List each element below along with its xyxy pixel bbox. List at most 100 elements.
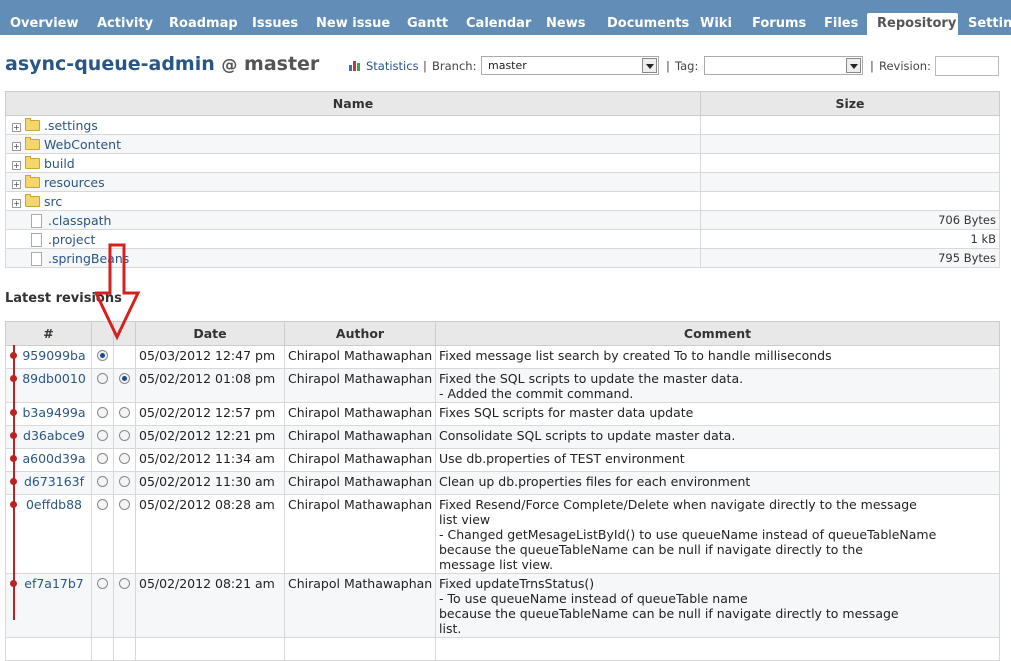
sep-1: | <box>423 59 427 73</box>
title-branch: master <box>244 53 320 75</box>
diff-from-cell <box>91 425 114 449</box>
folder-link[interactable]: resources <box>44 175 105 190</box>
diff-to-radio[interactable] <box>119 373 130 384</box>
revision-row <box>5 637 1000 661</box>
folder-link[interactable]: WebContent <box>44 137 121 152</box>
tab-issues[interactable]: Issues <box>242 13 308 35</box>
folder-link[interactable]: .settings <box>44 118 98 133</box>
diff-from-radio[interactable] <box>97 499 108 510</box>
file-size <box>700 115 1000 135</box>
diff-from-cell <box>91 448 114 472</box>
expand-icon[interactable]: + <box>12 122 21 132</box>
file-row: + resources <box>5 172 1000 192</box>
diff-from-radio[interactable] <box>97 430 108 441</box>
diff-from-radio[interactable] <box>97 453 108 464</box>
revision-row: 959099ba 05/03/2012 12:47 pm Chirapol Math… <box>5 345 1000 369</box>
revision-row: d673163f 05/02/2012 11:30 am Chirapol Math… <box>5 471 1000 495</box>
diff-from-radio[interactable] <box>97 373 108 384</box>
revision-comment: Fixed the SQL scripts to update the mast… <box>435 368 1000 403</box>
revision-id-link[interactable]: 959099ba <box>5 345 92 369</box>
folder-link[interactable]: build <box>44 156 75 171</box>
diff-to-radio[interactable] <box>119 430 130 441</box>
diff-from-cell <box>91 573 114 638</box>
name-column-header[interactable]: Name <box>5 91 701 116</box>
diff-to-radio[interactable] <box>119 476 130 487</box>
file-row: + build <box>5 153 1000 173</box>
diff-to-cell <box>113 494 136 574</box>
folder-icon <box>25 155 40 169</box>
file-name-cell: .classpath <box>5 210 701 230</box>
diff-to-radio[interactable] <box>119 407 130 418</box>
chevron-down-icon[interactable] <box>642 58 657 73</box>
diff-from-cell <box>91 368 114 403</box>
revision-id-link[interactable]: b3a9499a <box>5 402 92 426</box>
revision-id-link[interactable]: a600d39a <box>5 448 92 472</box>
revision-comment: Clean up db.properties files for each en… <box>435 471 1000 495</box>
revision-graph-node <box>10 374 17 382</box>
tab-overview[interactable]: Overview <box>0 13 89 35</box>
tab-wiki[interactable]: Wiki <box>690 13 742 35</box>
tab-files[interactable]: Files <box>814 13 868 35</box>
project-name[interactable]: async-queue-admin <box>5 53 215 75</box>
revision-graph-node <box>10 431 17 439</box>
diff-from-radio[interactable] <box>97 578 108 589</box>
statistics-label[interactable]: Statistics <box>366 59 419 73</box>
diff-to-cell <box>113 345 136 369</box>
tab-settings[interactable]: Settings <box>958 13 1011 35</box>
branch-select[interactable]: master <box>481 56 659 75</box>
revision-id-link[interactable] <box>5 637 92 661</box>
tab-forums[interactable]: Forums <box>742 13 816 35</box>
expand-icon[interactable]: + <box>12 179 21 189</box>
size-column-header[interactable]: Size <box>700 91 1000 116</box>
annotation-down-arrow-icon <box>95 243 141 341</box>
revision-id-link[interactable]: 0effdb88 <box>5 494 92 574</box>
diff-from-cell <box>91 637 114 661</box>
revision-id-link[interactable]: d36abce9 <box>5 425 92 449</box>
revision-date: 05/02/2012 08:21 am <box>135 573 285 638</box>
expand-icon[interactable]: + <box>12 160 21 170</box>
expand-icon[interactable]: + <box>12 141 21 151</box>
tag-select[interactable] <box>704 56 863 75</box>
revision-date: 05/02/2012 08:28 am <box>135 494 285 574</box>
revision-comment: Fixes SQL scripts for master data update <box>435 402 1000 426</box>
revision-comment-text: Fixed the SQL scripts to update the mast… <box>439 371 744 401</box>
diff-to-radio[interactable] <box>119 499 130 510</box>
revision-id-link[interactable]: ef7a17b7 <box>5 573 92 638</box>
diff-to-radio[interactable] <box>119 453 130 464</box>
expand-icon[interactable]: + <box>12 198 21 208</box>
revision-id-link[interactable]: 89db0010 <box>5 368 92 403</box>
tab-documents[interactable]: Documents <box>597 13 699 35</box>
file-link[interactable]: .classpath <box>48 213 111 228</box>
diff-to-cell <box>113 471 136 495</box>
page-title: async-queue-admin @ master <box>5 53 319 75</box>
folder-icon <box>25 136 40 150</box>
file-link[interactable]: .project <box>48 232 95 247</box>
tab-news[interactable]: News <box>536 13 595 35</box>
revision-comment-text: Fixes SQL scripts for master data update <box>439 405 694 420</box>
revision-row: 89db0010 05/02/2012 01:08 pm Chirapol Math… <box>5 368 1000 403</box>
chevron-down-icon[interactable] <box>846 58 861 73</box>
file-size <box>700 172 1000 192</box>
diff-from-radio[interactable] <box>97 350 108 361</box>
tab-gantt[interactable]: Gantt <box>397 13 458 35</box>
revision-graph-node <box>10 477 17 485</box>
diff-from-radio[interactable] <box>97 407 108 418</box>
file-size: 1 kB <box>700 229 1000 249</box>
revision-author: Chirapol Mathawaphan <box>284 494 436 574</box>
diff-from-cell <box>91 345 114 369</box>
folder-link[interactable]: src <box>44 194 62 209</box>
revision-graph-node <box>10 351 17 359</box>
sep-2: | <box>666 59 670 73</box>
revision-date: 05/02/2012 01:08 pm <box>135 368 285 403</box>
tab-calendar[interactable]: Calendar <box>456 13 541 35</box>
diff-from-radio[interactable] <box>97 476 108 487</box>
revision-input[interactable] <box>935 56 999 76</box>
tab-new-issue[interactable]: New issue <box>306 13 400 35</box>
file-icon <box>31 232 42 247</box>
revision-id-link[interactable]: d673163f <box>5 471 92 495</box>
tab-repository[interactable]: Repository <box>867 13 958 35</box>
diff-to-radio[interactable] <box>119 578 130 589</box>
tab-roadmap[interactable]: Roadmap <box>159 13 248 35</box>
tab-activity[interactable]: Activity <box>87 13 163 35</box>
statistics-link[interactable]: Statistics <box>348 56 419 76</box>
